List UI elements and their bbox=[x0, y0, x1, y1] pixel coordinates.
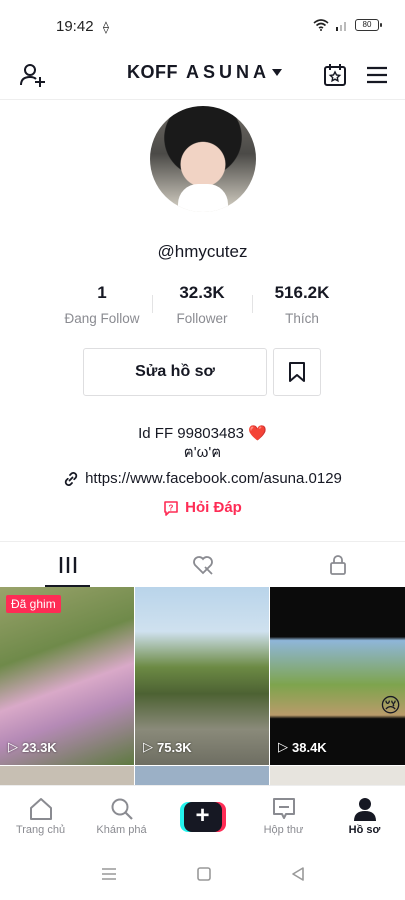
video-thumbnail[interactable]: Đã ghim ▷ 23.3K bbox=[0, 587, 134, 765]
bottom-nav: Trang chủ Khám phá + Hộp thư Hồ sơ bbox=[0, 785, 405, 847]
video-thumbnail[interactable]: ▷ 75.3K bbox=[135, 587, 269, 765]
play-icon: ▷ bbox=[143, 739, 153, 754]
account-name-part1: KOFF bbox=[127, 62, 178, 82]
home-square-icon[interactable] bbox=[196, 866, 211, 881]
hidden-heart-icon bbox=[192, 555, 213, 575]
bio-link[interactable]: https://www.facebook.com/asuna.0129 bbox=[0, 470, 405, 487]
favorites-button[interactable] bbox=[273, 348, 321, 396]
bookmark-icon bbox=[289, 362, 305, 382]
recents-icon[interactable] bbox=[101, 867, 117, 881]
video-thumbnail[interactable]: 😢 ▷ 38.4K bbox=[270, 587, 405, 765]
back-icon[interactable] bbox=[291, 866, 305, 881]
nav-create[interactable]: + bbox=[162, 786, 243, 847]
stat-value: 1 bbox=[97, 283, 107, 302]
tab-liked[interactable] bbox=[135, 542, 270, 587]
stat-followers[interactable]: 32.3K Follower bbox=[152, 283, 252, 326]
qa-label: Hỏi Đáp bbox=[185, 499, 242, 516]
signal-icon bbox=[336, 22, 346, 31]
svg-text:?: ? bbox=[169, 503, 174, 512]
bio-link-text: https://www.facebook.com/asuna.0129 bbox=[85, 470, 342, 487]
status-icons: 80 bbox=[313, 19, 382, 31]
nav-profile[interactable]: Hồ sơ bbox=[324, 786, 405, 847]
pinned-badge: Đã ghim bbox=[6, 595, 61, 613]
grid-icon bbox=[59, 556, 76, 573]
edit-profile-button[interactable]: Sửa hồ sơ bbox=[83, 348, 267, 396]
add-user-icon bbox=[20, 64, 45, 87]
lock-icon bbox=[329, 554, 346, 575]
bio-line2: ฅ'ω'ฅ bbox=[183, 444, 222, 461]
add-friend-button[interactable] bbox=[16, 58, 50, 92]
profile-stats: 1 Đang Follow 32.3K Follower 516.2K Thíc… bbox=[52, 283, 352, 326]
view-count-text: 75.3K bbox=[157, 739, 192, 755]
nav-label: Hồ sơ bbox=[348, 824, 381, 836]
search-icon bbox=[111, 798, 133, 820]
nav-label: Hộp thư bbox=[263, 824, 304, 836]
nav-inbox[interactable]: Hộp thư bbox=[243, 786, 324, 847]
view-count-text: 23.3K bbox=[22, 739, 57, 755]
stat-value: 516.2K bbox=[274, 283, 330, 302]
battery-icon: 80 bbox=[355, 19, 382, 31]
video-grid: Đã ghim ▷ 23.3K ▷ 75.3K 😢 ▷ 38.4K bbox=[0, 587, 405, 785]
crying-emoji: 😢 bbox=[380, 695, 401, 717]
view-count: ▷ 75.3K bbox=[143, 739, 192, 755]
profile-actions: Sửa hồ sơ bbox=[83, 348, 321, 396]
status-bar: 19:42 ⟠ 80 bbox=[0, 0, 405, 52]
caret-down-icon bbox=[272, 69, 283, 76]
question-bubble-icon: ? bbox=[164, 500, 178, 516]
wifi-icon bbox=[313, 19, 329, 31]
profile-tabs bbox=[0, 541, 405, 587]
bio: Id FF 99803483 ❤️ ฅ'ω'ฅ bbox=[0, 424, 405, 462]
view-count: ▷ 23.3K bbox=[8, 739, 57, 755]
account-switcher[interactable]: KOFF ASUNA bbox=[127, 62, 283, 83]
home-icon bbox=[29, 798, 52, 820]
link-icon bbox=[64, 471, 78, 486]
status-time: 19:42 bbox=[56, 18, 94, 35]
profile-icon bbox=[353, 798, 376, 821]
stat-label: Đang Follow bbox=[64, 311, 140, 326]
bio-line1: Id FF 99803483 bbox=[138, 425, 245, 442]
username: @hmycutez bbox=[157, 242, 248, 261]
system-nav bbox=[0, 847, 405, 900]
video-thumbnail[interactable] bbox=[0, 766, 134, 785]
video-thumbnail[interactable] bbox=[135, 766, 269, 785]
account-name-part2: ASUNA bbox=[186, 62, 271, 82]
stat-label: Follower bbox=[176, 311, 228, 326]
play-icon: ▷ bbox=[278, 739, 288, 754]
view-count-text: 38.4K bbox=[292, 739, 327, 755]
video-thumbnail[interactable] bbox=[270, 766, 405, 785]
hamburger-icon bbox=[367, 66, 387, 84]
view-count: ▷ 38.4K bbox=[278, 739, 327, 755]
inbox-icon bbox=[272, 798, 295, 819]
stat-label: Thích bbox=[285, 311, 319, 326]
menu-button[interactable] bbox=[360, 58, 394, 92]
nav-discover[interactable]: Khám phá bbox=[81, 786, 162, 847]
play-icon: ▷ bbox=[8, 739, 18, 754]
create-plus-icon: + bbox=[179, 801, 226, 832]
nav-label: Trang chủ bbox=[15, 824, 66, 836]
qa-button[interactable]: ? Hỏi Đáp bbox=[0, 499, 405, 516]
stat-following[interactable]: 1 Đang Follow bbox=[52, 283, 152, 326]
calendar-star-icon bbox=[324, 64, 346, 86]
nav-label: Khám phá bbox=[96, 824, 147, 836]
stat-likes[interactable]: 516.2K Thích bbox=[252, 283, 352, 326]
nav-home[interactable]: Trang chủ bbox=[0, 786, 81, 847]
avatar[interactable] bbox=[150, 106, 256, 212]
tab-videos[interactable] bbox=[0, 542, 135, 587]
calendar-button[interactable] bbox=[318, 58, 352, 92]
heart-emoji: ❤️ bbox=[248, 425, 267, 442]
stat-value: 32.3K bbox=[179, 283, 225, 302]
nfc-icon: ⟠ bbox=[103, 20, 109, 34]
tab-private[interactable] bbox=[270, 542, 405, 587]
profile-header: KOFF ASUNA bbox=[0, 52, 405, 100]
